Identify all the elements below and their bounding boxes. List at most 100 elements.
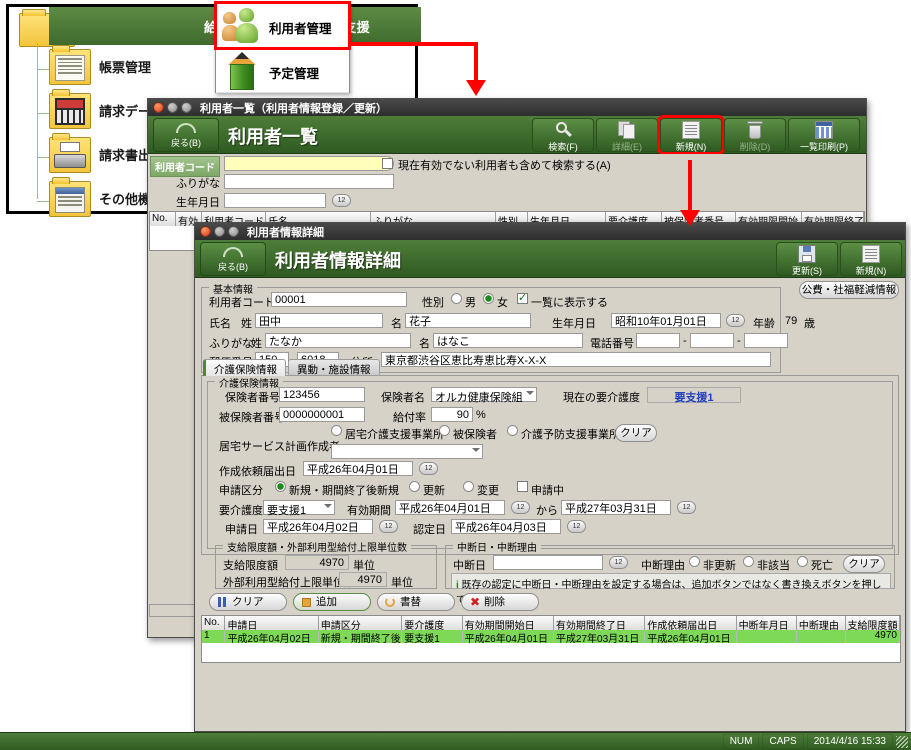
gender-female-radio[interactable] (483, 293, 494, 304)
user-code-input[interactable] (271, 292, 407, 307)
maximize-icon[interactable] (181, 102, 192, 113)
delete-button[interactable]: 削除(D) (724, 118, 786, 152)
calendar-icon[interactable]: 12 (677, 501, 696, 514)
info-icon: i (456, 580, 459, 591)
appl-date-input[interactable] (263, 519, 373, 534)
col-request-date: 作成依頼届出日 (645, 616, 737, 630)
status-datetime: 2014/4/16 15:33 (806, 734, 893, 749)
print-list-button[interactable]: 一覧印刷(P) (788, 118, 860, 152)
close-icon[interactable] (200, 226, 211, 237)
list-window-bar-title: 利用者一覧 (228, 127, 318, 147)
appl-type-radio-new[interactable] (275, 481, 286, 492)
menu-item-user-management[interactable]: 利用者管理 (214, 1, 351, 50)
last-name-kana-input[interactable] (265, 333, 411, 348)
calendar-icon[interactable]: 12 (419, 462, 438, 475)
suspend-reason-radio-nonrenew[interactable] (689, 556, 700, 567)
add-button[interactable]: 追加 (293, 593, 371, 611)
first-name-input[interactable] (405, 313, 531, 328)
delete-button-label: 削除(D) (739, 142, 771, 152)
maximize-icon[interactable] (228, 226, 239, 237)
update-button[interactable]: 更新(S) (776, 242, 838, 276)
tel-label: 電話番号 (590, 338, 634, 350)
detail-window-bar-title: 利用者情報詳細 (275, 251, 401, 271)
resize-grip[interactable] (896, 735, 908, 748)
calendar-icon[interactable]: 12 (567, 520, 586, 533)
care-level-select[interactable]: 要支援1 (263, 500, 335, 517)
approve-date-input[interactable] (451, 519, 561, 534)
insurer-no-label: 保険者番号 (225, 392, 280, 404)
last-name-input[interactable] (255, 313, 383, 328)
birth-input[interactable] (224, 193, 326, 208)
mei-label: 名 (391, 318, 402, 330)
planner-clear-button[interactable]: クリア (615, 424, 657, 442)
show-in-list-checkbox[interactable] (517, 291, 528, 304)
menu-item-schedule-management[interactable]: 予定管理 (216, 48, 349, 93)
delete-row-button[interactable]: ✖ 削除 (461, 593, 539, 611)
search-button[interactable]: 検索(F) (532, 118, 594, 152)
planner-radio-prevention[interactable] (507, 425, 518, 436)
calendar-icon[interactable]: 12 (609, 556, 628, 569)
birth-label: 生年月日 (552, 318, 596, 330)
include-inactive-checkbox[interactable] (382, 158, 393, 169)
planner-radio-insured[interactable] (439, 425, 450, 436)
insured-no-label: 被保険者番号 (219, 412, 285, 424)
appl-type-radio-change[interactable] (463, 481, 474, 492)
current-care-text: 要支援1 (674, 392, 714, 404)
col-no: No. (150, 212, 176, 226)
valid-to-input[interactable] (561, 500, 671, 515)
cell-appl-type: 新規・期間終了後... (319, 630, 403, 643)
col-appl-date: 申請日 (225, 616, 319, 630)
document-icon (862, 245, 880, 263)
minimize-icon[interactable] (214, 226, 225, 237)
current-care-value: 要支援1 (647, 387, 741, 404)
appl-type-radio-renew[interactable] (409, 481, 420, 492)
back-button[interactable]: 戻る(B) (153, 118, 219, 152)
tab-transfer-facility-info[interactable]: 異動・施設情報 (288, 359, 380, 376)
birth-input[interactable] (611, 313, 721, 328)
suspend-date-input[interactable] (493, 555, 603, 570)
back-button-label: 戻る(B) (218, 262, 248, 272)
tel-input-2[interactable] (690, 333, 734, 348)
clear-button[interactable]: クリア (209, 593, 287, 611)
back-button[interactable]: 戻る(B) (200, 242, 266, 276)
col-suspend-date: 中断年月日 (737, 616, 797, 630)
planner-radio-home-care[interactable] (331, 425, 342, 436)
suspend-reason-radio-noapply[interactable] (743, 556, 754, 567)
close-icon[interactable] (153, 102, 164, 113)
clear-button-label: クリア (232, 596, 264, 608)
tab-insurance-info[interactable]: 介護保険情報 (203, 359, 286, 376)
insurer-no-input[interactable] (279, 387, 365, 402)
tel-input-3[interactable] (744, 333, 788, 348)
suspend-reason-radio-death[interactable] (797, 556, 808, 567)
insured-no-input[interactable] (279, 407, 365, 422)
request-date-input[interactable] (303, 461, 413, 476)
sei-label: 姓 (241, 318, 252, 330)
detail-button[interactable]: 詳細(E) (596, 118, 658, 152)
document-folder-icon (49, 45, 91, 85)
planner-select[interactable] (331, 444, 483, 459)
calendar-icon[interactable]: 12 (511, 501, 530, 514)
gender-male-radio[interactable] (451, 293, 462, 304)
minimize-icon[interactable] (167, 102, 178, 113)
new-button[interactable]: 新規(N) (657, 115, 725, 155)
valid-from-input[interactable] (395, 500, 505, 515)
tel-input-1[interactable] (636, 333, 680, 348)
tree-connector (37, 201, 49, 202)
calendar-icon[interactable]: 12 (379, 520, 398, 533)
insurer-name-select[interactable]: オルカ健康保険組合 (431, 387, 537, 420)
applying-checkbox[interactable] (517, 481, 528, 492)
tree-connector (37, 69, 49, 70)
calendar-icon[interactable]: 12 (332, 194, 351, 207)
benefit-rate-input[interactable] (431, 407, 473, 422)
public-expense-button[interactable]: 公費・社福軽減情報 (799, 281, 899, 299)
new-button[interactable]: 新規(N) (840, 242, 902, 276)
kana-input[interactable] (224, 174, 394, 189)
user-code-input[interactable] (224, 156, 394, 171)
address-input[interactable] (381, 352, 771, 367)
table-row[interactable]: 1 平成26年04月02日 新規・期間終了後... 要支援1 平成26年04月0… (202, 630, 900, 643)
col-valid-to: 有効期間終了日 (554, 616, 646, 630)
calendar-icon[interactable]: 12 (726, 314, 745, 327)
suspend-clear-button[interactable]: クリア (843, 555, 885, 573)
first-name-kana-input[interactable] (433, 333, 583, 348)
rewrite-button[interactable]: 書替 (377, 593, 455, 611)
